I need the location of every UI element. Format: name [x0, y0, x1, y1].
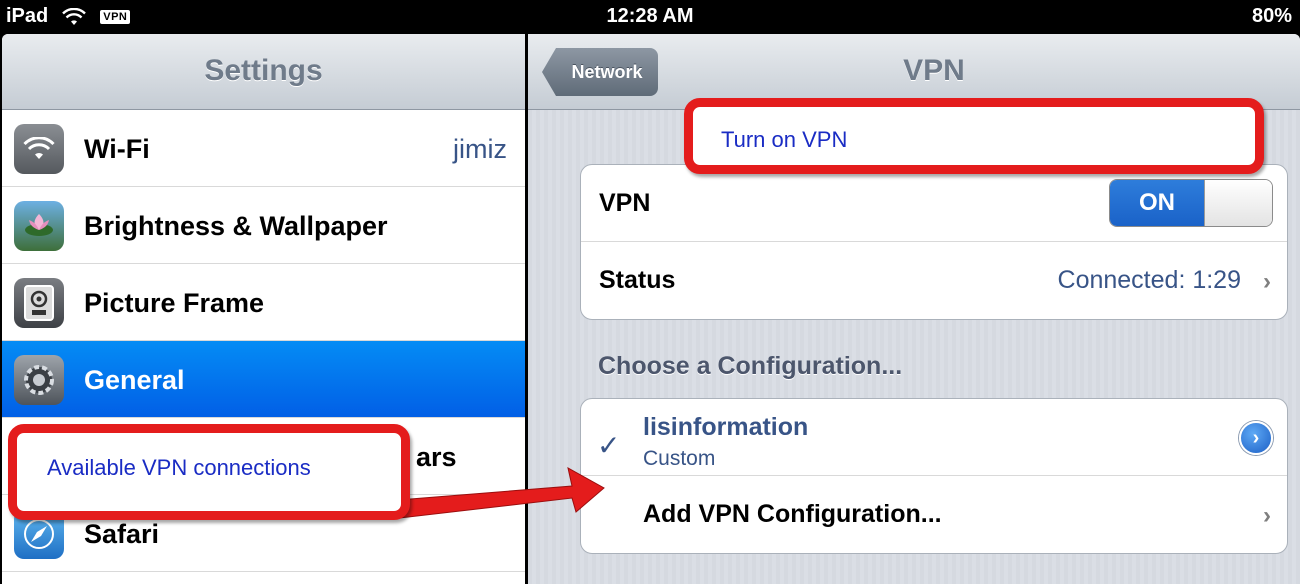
callout-available-vpn: Available VPN connections — [8, 424, 410, 520]
callout-turn-on-vpn: Turn on VPN — [684, 98, 1264, 174]
callout-text: Available VPN connections — [47, 455, 311, 480]
callout-text: Turn on VPN — [721, 127, 848, 152]
